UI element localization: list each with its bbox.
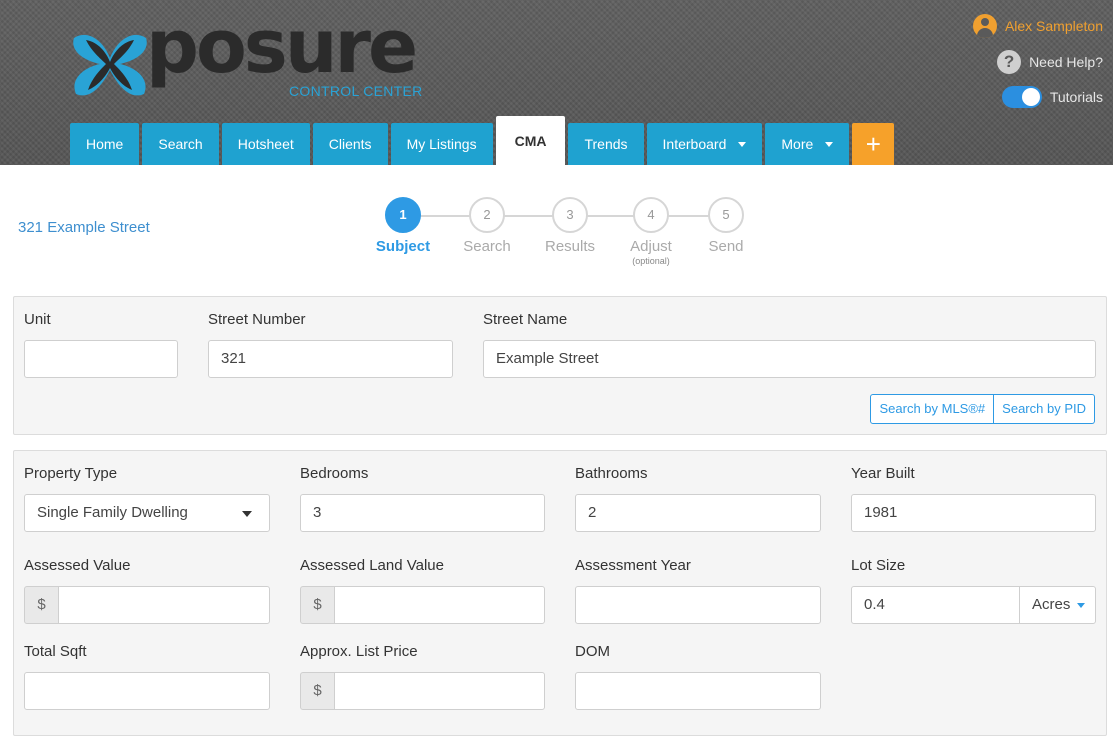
tab-interboard[interactable]: Interboard [646,123,763,165]
property-details-panel: Property Type Single Family Dwelling Bed… [13,450,1107,736]
unit-label: Unit [24,311,51,328]
user-name[interactable]: Alex Sampleton [1005,18,1103,34]
bedrooms-label: Bedrooms [300,465,369,482]
logo-subtitle: CONTROL CENTER [289,83,423,99]
tab-hotsheet[interactable]: Hotsheet [221,123,310,165]
plus-icon: + [865,128,881,159]
currency-prefix: $ [24,586,59,624]
user-menu[interactable]: Alex Sampleton [972,14,1103,38]
approx-list-price-input[interactable] [334,672,545,710]
x-butterfly-logo-icon [73,34,147,96]
property-type-value: Single Family Dwelling [37,504,188,521]
lot-size-unit-value: Acres [1032,596,1071,613]
property-type-select[interactable]: Single Family Dwelling [24,494,270,532]
tutorials-toggle-row: Tutorials [1001,86,1103,108]
step-label: Results [544,238,596,255]
main-nav: Home Search Hotsheet Clients My Listings… [70,116,895,165]
help-label[interactable]: Need Help? [1029,54,1103,70]
add-button[interactable]: + [852,123,895,165]
step-results[interactable]: 3 Results [530,197,610,255]
tutorials-label: Tutorials [1049,89,1103,105]
bathrooms-label: Bathrooms [575,465,648,482]
bedrooms-input[interactable]: 3 [300,494,545,532]
step-label: Send [708,238,744,255]
step-number: 3 [552,197,588,233]
bathrooms-input[interactable]: 2 [575,494,821,532]
tab-trends[interactable]: Trends [568,123,644,165]
xposure-logo[interactable]: posure CONTROL CENTER [68,10,428,104]
caret-down-icon [1077,603,1085,608]
step-send[interactable]: 5 Send [686,197,766,255]
assessment-year-input[interactable] [575,586,821,624]
step-number: 1 [385,197,421,233]
year-built-input[interactable]: 1981 [851,494,1096,532]
step-subject[interactable]: 1 Subject [363,197,443,255]
tab-search[interactable]: Search [142,123,219,165]
assessed-land-value-label: Assessed Land Value [300,557,444,574]
currency-prefix: $ [300,672,335,710]
user-icon [972,14,997,38]
tab-home[interactable]: Home [70,123,140,165]
step-label: Search [463,238,511,255]
question-icon: ? [997,50,1022,74]
dom-input[interactable] [575,672,821,710]
street-number-input[interactable]: 321 [208,340,453,378]
tab-label: Interboard [662,136,727,152]
assessed-land-value-input[interactable] [334,586,545,624]
street-name-label: Street Name [483,311,568,328]
step-label: Adjust [630,238,672,255]
caret-down-icon [738,141,747,147]
tab-label: Home [86,136,124,152]
logo-wordmark: posure [146,4,418,90]
step-search[interactable]: 2 Search [447,197,527,255]
step-adjust[interactable]: 4 Adjust (optional) [611,197,691,266]
assessed-value-label: Assessed Value [24,557,131,574]
lot-size-input[interactable]: 0.4 [851,586,1020,624]
step-number: 2 [469,197,505,233]
tab-more[interactable]: More [765,123,850,165]
unit-input[interactable] [24,340,178,378]
subject-address-link[interactable]: 321 Example Street [18,219,150,236]
search-by-mls-button[interactable]: Search by MLS®# [870,394,995,424]
year-built-label: Year Built [851,465,915,482]
tutorials-toggle[interactable] [1001,86,1042,108]
property-type-label: Property Type [24,465,118,482]
lot-size-label: Lot Size [851,557,906,574]
street-number-label: Street Number [208,311,306,328]
currency-prefix: $ [300,586,335,624]
tab-label: Search [158,136,203,152]
tab-label: CMA [514,132,547,149]
address-panel: Unit Street Number 321 Street Name Examp… [13,296,1107,435]
search-by-pid-button[interactable]: Search by PID [994,394,1095,424]
step-label: Subject [375,238,431,255]
tab-label: Trends [584,136,628,152]
cma-wizard-steps: 1 Subject 2 Search 3 Results 4 Adjust (o… [370,197,760,272]
lot-size-unit-select[interactable]: Acres [1019,586,1096,624]
total-sqft-label: Total Sqft [24,643,87,660]
help-link[interactable]: ? Need Help? [997,50,1103,74]
street-name-input[interactable]: Example Street [483,340,1096,378]
app-header: posure CONTROL CENTER Alex Sampleton ? N… [0,0,1113,165]
tab-label: Clients [328,136,372,152]
caret-down-icon [825,141,834,147]
tab-label: My Listings [406,136,477,152]
approx-list-price-label: Approx. List Price [300,643,418,660]
tab-cma[interactable]: CMA [495,116,566,165]
assessed-value-input[interactable] [58,586,270,624]
tab-label: More [781,136,814,152]
caret-down-icon [242,511,252,517]
step-sublabel: (optional) [632,256,670,266]
search-button-group: Search by MLS®# Search by PID [870,394,1095,424]
total-sqft-input[interactable] [24,672,270,710]
step-number: 5 [708,197,744,233]
assessment-year-label: Assessment Year [575,557,691,574]
tab-label: Hotsheet [237,136,294,152]
step-number: 4 [633,197,669,233]
dom-label: DOM [575,643,610,660]
tab-my-listings[interactable]: My Listings [390,123,493,165]
tab-clients[interactable]: Clients [312,123,388,165]
